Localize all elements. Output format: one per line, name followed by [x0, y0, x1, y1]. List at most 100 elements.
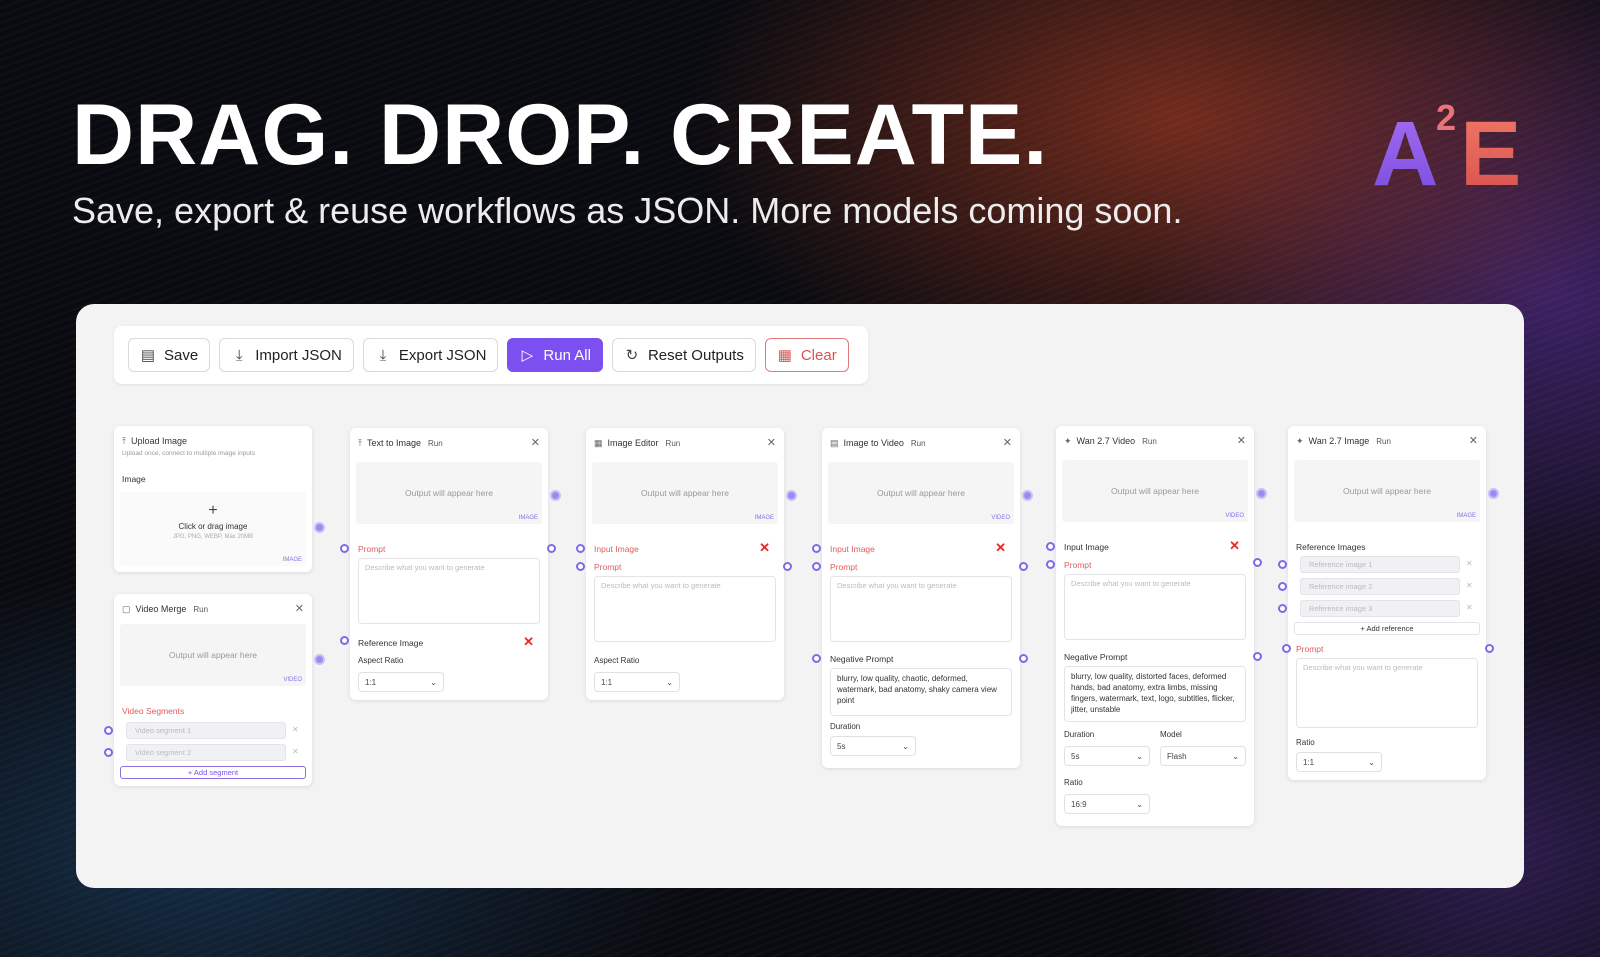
trash-icon: ▦	[777, 347, 792, 364]
output-port[interactable]	[1019, 654, 1028, 663]
remove-connection-icon[interactable]: ✕	[523, 634, 534, 650]
clear-button[interactable]: ▦ Clear	[764, 338, 849, 372]
output-port[interactable]	[1253, 558, 1262, 567]
output-placeholder: Output will appear here	[169, 650, 257, 660]
prompt-textarea[interactable]: Describe what you want to generate	[1296, 658, 1478, 728]
output-port[interactable]	[783, 562, 792, 571]
run-button[interactable]: Run	[1142, 437, 1157, 446]
save-button[interactable]: ▤ Save	[128, 338, 211, 372]
aspect-ratio-select[interactable]: 1:1 ⌄	[594, 672, 680, 692]
reference-input-2[interactable]: Reference image 2	[1300, 578, 1460, 595]
node-header: ⤒ Text to Image Run ✕	[358, 436, 540, 450]
close-icon[interactable]: ✕	[295, 602, 304, 615]
reference-input-1[interactable]: Reference image 1	[1300, 556, 1460, 573]
close-icon[interactable]: ✕	[1469, 434, 1478, 447]
negative-prompt-textarea[interactable]: blurry, low quality, distorted faces, de…	[1064, 666, 1246, 722]
remove-reference-icon[interactable]: ✕	[1466, 581, 1473, 590]
add-reference-button[interactable]: + Add reference	[1294, 622, 1480, 635]
node-image-editor[interactable]: ▦ Image Editor Run ✕ Output will appear …	[576, 428, 797, 700]
node-text-to-image[interactable]: ⤒ Text to Image Run ✕ Output will appear…	[340, 428, 561, 700]
remove-connection-icon[interactable]: ✕	[759, 540, 770, 556]
output-port[interactable]	[550, 490, 561, 501]
node-upload-image[interactable]: ⤒ Upload Image Upload once, connect to m…	[114, 426, 325, 572]
node-wan-image[interactable]: ✦ Wan 2.7 Image Run ✕ Output will appear…	[1278, 426, 1499, 780]
negative-prompt-textarea[interactable]: blurry, low quality, chaotic, deformed, …	[830, 668, 1012, 716]
output-placeholder: Output will appear here	[877, 488, 965, 498]
close-icon[interactable]: ✕	[767, 436, 776, 449]
output-port[interactable]	[1022, 490, 1033, 501]
remove-segment-icon[interactable]: ✕	[292, 747, 299, 756]
ratio-select[interactable]: 1:1 ⌄	[1296, 752, 1382, 772]
aspect-ratio-select[interactable]: 1:1 ⌄	[358, 672, 444, 692]
input-port[interactable]	[1278, 604, 1287, 613]
segment-input-1[interactable]: Video segment 1	[126, 722, 286, 739]
remove-reference-icon[interactable]: ✕	[1466, 559, 1473, 568]
remove-connection-icon[interactable]: ✕	[1229, 538, 1240, 554]
remove-segment-icon[interactable]: ✕	[292, 725, 299, 734]
input-port[interactable]	[1278, 560, 1287, 569]
image-drop-zone[interactable]: + Click or drag image JPG, PNG, WEBP, Ma…	[120, 492, 306, 566]
run-button[interactable]: Run	[428, 439, 443, 448]
input-port[interactable]	[812, 562, 821, 571]
output-port[interactable]	[314, 522, 325, 533]
output-port[interactable]	[1019, 562, 1028, 571]
video-type-tag: VIDEO	[991, 515, 1010, 521]
duration-select[interactable]: 5s ⌄	[1064, 746, 1150, 766]
prompt-textarea[interactable]: Describe what you want to generate	[830, 576, 1012, 642]
chevron-down-icon: ⌄	[1136, 799, 1143, 809]
run-button[interactable]: Run	[1376, 437, 1391, 446]
ratio-select[interactable]: 16:9 ⌄	[1064, 794, 1150, 814]
output-port[interactable]	[1256, 488, 1267, 499]
chevron-down-icon: ⌄	[1368, 757, 1375, 767]
close-icon[interactable]: ✕	[1237, 434, 1246, 447]
refresh-icon: ↻	[625, 347, 639, 364]
output-port[interactable]	[786, 490, 797, 501]
run-all-button[interactable]: ▷ Run All	[507, 338, 603, 372]
input-port[interactable]	[812, 544, 821, 553]
reference-images-label: Reference Images	[1296, 542, 1366, 552]
prompt-textarea[interactable]: Describe what you want to generate	[1064, 574, 1246, 640]
clear-label: Clear	[800, 346, 837, 364]
run-button[interactable]: Run	[193, 605, 208, 614]
reference-input-3[interactable]: Reference image 3	[1300, 600, 1460, 617]
input-port[interactable]	[576, 562, 585, 571]
logo-letter-a: A	[1372, 103, 1439, 205]
duration-select[interactable]: 5s ⌄	[830, 736, 916, 756]
node-image-to-video[interactable]: ▤ Image to Video Run ✕ Output will appea…	[812, 428, 1033, 768]
input-port[interactable]	[104, 748, 113, 757]
model-select[interactable]: Flash ⌄	[1160, 746, 1246, 766]
input-port[interactable]	[1046, 560, 1055, 569]
export-json-button[interactable]: ⤓ Export JSON	[362, 338, 499, 372]
remove-connection-icon[interactable]: ✕	[995, 540, 1006, 556]
input-port[interactable]	[576, 544, 585, 553]
output-port[interactable]	[314, 654, 325, 665]
input-port[interactable]	[812, 654, 821, 663]
output-port[interactable]	[1488, 488, 1499, 499]
aspect-ratio-value: 1:1	[601, 677, 613, 687]
prompt-textarea[interactable]: Describe what you want to generate	[358, 558, 540, 624]
run-button[interactable]: Run	[666, 439, 681, 448]
remove-reference-icon[interactable]: ✕	[1466, 603, 1473, 612]
input-port[interactable]	[1282, 644, 1291, 653]
output-port[interactable]	[547, 544, 556, 553]
node-wan-video[interactable]: ✦ Wan 2.7 Video Run ✕ Output will appear…	[1046, 426, 1267, 826]
output-port[interactable]	[1485, 644, 1494, 653]
prompt-label: Prompt	[1064, 560, 1092, 570]
node-video-merge[interactable]: ▢ Video Merge Run ✕ Output will appear h…	[104, 594, 325, 786]
input-port[interactable]	[340, 636, 349, 645]
prompt-label: Prompt	[358, 544, 386, 554]
prompt-textarea[interactable]: Describe what you want to generate	[594, 576, 776, 642]
output-port[interactable]	[1253, 652, 1262, 661]
input-port[interactable]	[1046, 542, 1055, 551]
close-icon[interactable]: ✕	[1003, 436, 1012, 449]
workflow-canvas[interactable]: ▤ Save ⤓ Import JSON ⤓ Export JSON ▷ Run…	[76, 304, 1524, 888]
reset-outputs-button[interactable]: ↻ Reset Outputs	[611, 338, 756, 372]
input-port[interactable]	[104, 726, 113, 735]
add-segment-button[interactable]: + Add segment	[120, 766, 306, 779]
close-icon[interactable]: ✕	[531, 436, 540, 449]
run-button[interactable]: Run	[911, 439, 926, 448]
segment-input-2[interactable]: Video segment 2	[126, 744, 286, 761]
import-json-button[interactable]: ⤓ Import JSON	[219, 338, 354, 372]
input-port[interactable]	[1278, 582, 1287, 591]
input-port[interactable]	[340, 544, 349, 553]
